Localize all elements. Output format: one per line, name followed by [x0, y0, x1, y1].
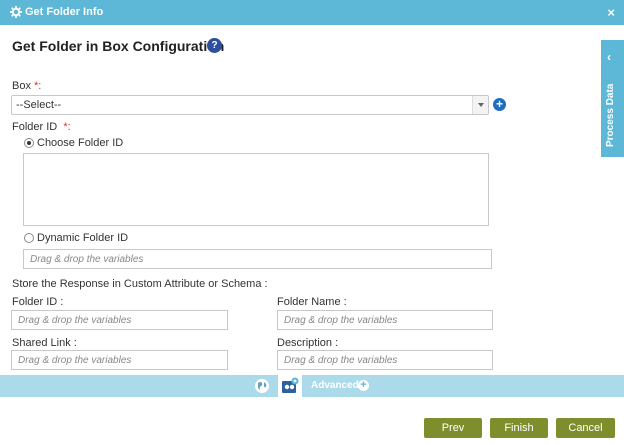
shared-link-output-placeholder: Drag & drop the variables [18, 355, 132, 366]
cancel-button[interactable]: Cancel [556, 418, 615, 438]
help-icon[interactable]: ? [207, 38, 222, 53]
dynamic-folder-id-radio[interactable] [24, 233, 34, 243]
box-config-tab[interactable] [278, 375, 302, 397]
folder-id-required-mark: *: [63, 121, 71, 133]
chevron-left-icon[interactable]: ‹ [607, 50, 611, 64]
window-titlebar: Get Folder Info × [0, 0, 624, 25]
bottom-toolbar: Advanced + [0, 375, 624, 397]
folder-id-label-text: Folder ID [12, 121, 58, 133]
box-label-text: Box [12, 80, 31, 92]
gear-icon [10, 6, 22, 18]
folder-name-output-placeholder: Drag & drop the variables [284, 315, 398, 326]
folder-name-output-label: Folder Name : [277, 296, 347, 308]
folder-id-output-placeholder: Drag & drop the variables [18, 315, 132, 326]
prev-button[interactable]: Prev [424, 418, 482, 438]
chevron-down-icon[interactable] [472, 96, 488, 114]
shared-link-output-label: Shared Link : [12, 337, 77, 349]
description-output-field[interactable]: Drag & drop the variables [277, 350, 493, 370]
window-title: Get Folder Info [25, 6, 104, 18]
store-response-heading: Store the Response in Custom Attribute o… [12, 278, 268, 290]
folder-id-label: Folder ID *: [12, 121, 71, 133]
dynamic-folder-id-label: Dynamic Folder ID [37, 232, 129, 244]
description-output-placeholder: Drag & drop the variables [284, 355, 398, 366]
add-box-button[interactable]: + [493, 98, 506, 111]
close-icon[interactable]: × [607, 5, 615, 20]
choose-folder-id-label: Choose Folder ID [37, 137, 124, 149]
dynamic-folder-id-field[interactable]: Drag & drop the variables [23, 249, 492, 269]
process-data-label: Process Data [605, 83, 616, 147]
shared-link-output-field[interactable]: Drag & drop the variables [11, 350, 228, 370]
folder-name-output-field[interactable]: Drag & drop the variables [277, 310, 493, 330]
finish-button[interactable]: Finish [490, 418, 548, 438]
advanced-plus-icon[interactable]: + [358, 380, 369, 391]
folder-id-textarea[interactable] [23, 153, 489, 226]
box-required-mark: *: [34, 80, 42, 92]
box-label: Box *: [12, 80, 41, 92]
description-output-label: Description : [277, 337, 339, 349]
dynamic-folder-id-placeholder: Drag & drop the variables [30, 254, 144, 265]
process-data-tab[interactable]: ‹ Process Data [601, 40, 624, 157]
advanced-label[interactable]: Advanced [311, 380, 359, 391]
page-title: Get Folder in Box Configuration [12, 38, 225, 54]
globe-icon[interactable] [254, 378, 270, 394]
box-config-icon [282, 377, 299, 393]
folder-id-output-field[interactable]: Drag & drop the variables [11, 310, 228, 330]
choose-folder-id-radio[interactable] [24, 138, 34, 148]
box-select-value: --Select-- [16, 99, 62, 111]
folder-id-output-label: Folder ID : [12, 296, 64, 308]
box-select[interactable]: --Select-- [11, 95, 489, 115]
